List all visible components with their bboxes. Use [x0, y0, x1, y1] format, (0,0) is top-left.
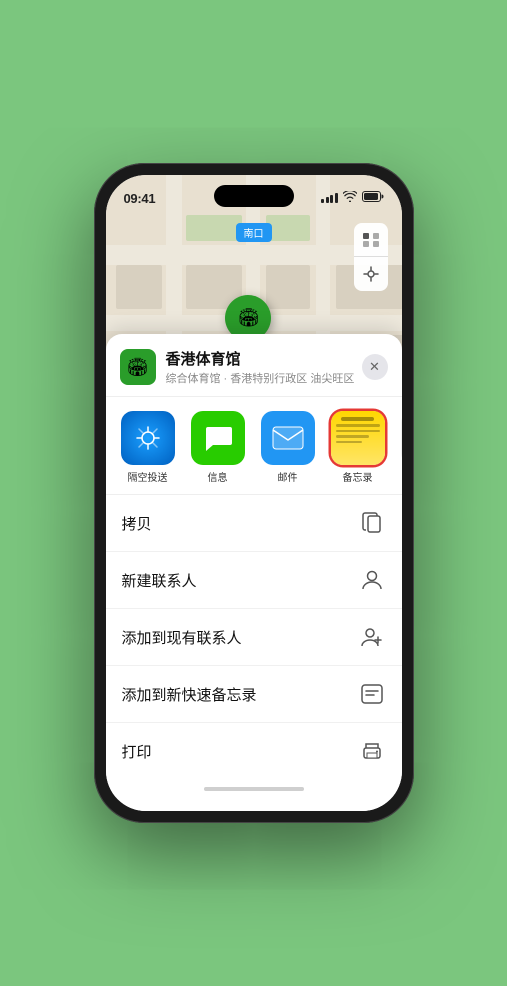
print-icon: [358, 737, 386, 765]
nav-label: 南口: [236, 223, 272, 242]
map-controls[interactable]: [354, 223, 388, 291]
stadium-icon: 🏟: [237, 308, 260, 329]
quick-note-label: 添加到新快速备忘录: [122, 684, 257, 705]
app-item-messages[interactable]: 信息: [186, 411, 250, 484]
notes-label: 备忘录: [343, 469, 373, 484]
action-print[interactable]: 打印: [106, 723, 402, 779]
phone-screen: 09:41: [106, 175, 402, 811]
dynamic-island: [214, 185, 294, 207]
map-type-button[interactable]: [354, 223, 388, 257]
close-button[interactable]: ✕: [362, 354, 388, 380]
venue-icon: 🏟: [120, 349, 156, 385]
new-contact-label: 新建联系人: [122, 570, 197, 591]
venue-subtitle: 综合体育馆 · 香港特别行政区 油尖旺区: [166, 370, 362, 386]
action-list: 拷贝 新建联系人: [106, 495, 402, 779]
print-label: 打印: [122, 741, 152, 762]
notes-rule-3: [336, 435, 369, 438]
quick-note-icon: [358, 680, 386, 708]
more-icon: [401, 411, 402, 465]
notes-rule-1: [336, 424, 380, 427]
status-time: 09:41: [124, 191, 156, 206]
notes-top-line: [341, 417, 374, 421]
copy-label: 拷贝: [122, 513, 152, 534]
action-new-contact[interactable]: 新建联系人: [106, 552, 402, 609]
home-indicator: [204, 787, 304, 791]
action-add-contact[interactable]: 添加到现有联系人: [106, 609, 402, 666]
action-copy[interactable]: 拷贝: [106, 495, 402, 552]
notes-icon: [331, 411, 385, 465]
battery-icon: [362, 191, 384, 205]
venue-name: 香港体育馆: [166, 348, 362, 369]
app-item-notes[interactable]: 备忘录: [326, 411, 390, 484]
airdrop-label: 隔空投送: [128, 469, 168, 484]
app-item-mail[interactable]: 邮件: [256, 411, 320, 484]
app-item-more[interactable]: 提: [396, 411, 402, 484]
app-item-airdrop[interactable]: 隔空投送: [116, 411, 180, 484]
messages-icon-bg: [191, 411, 245, 465]
venue-info: 香港体育馆 综合体育馆 · 香港特别行政区 油尖旺区: [166, 348, 362, 386]
mail-label: 邮件: [278, 469, 298, 484]
apps-row: 隔空投送 信息: [106, 397, 402, 495]
copy-icon: [358, 509, 386, 537]
notes-rule-2: [336, 430, 380, 433]
sheet-header: 🏟 香港体育馆 综合体育馆 · 香港特别行政区 油尖旺区 ✕: [106, 334, 402, 397]
add-contact-icon: [358, 623, 386, 651]
signal-bars-icon: [321, 193, 338, 203]
airdrop-icon: [121, 411, 175, 465]
bottom-sheet: 🏟 香港体育馆 综合体育馆 · 香港特别行政区 油尖旺区 ✕: [106, 334, 402, 811]
mail-icon-bg: [261, 411, 315, 465]
notes-rule-4: [336, 441, 362, 444]
add-contact-label: 添加到现有联系人: [122, 627, 242, 648]
home-indicator-area: [106, 779, 402, 791]
action-quick-note[interactable]: 添加到新快速备忘录: [106, 666, 402, 723]
location-button[interactable]: [354, 257, 388, 291]
wifi-icon: [343, 191, 357, 205]
status-icons: [321, 191, 384, 205]
phone-frame: 09:41: [94, 163, 414, 823]
nav-label-text: 南口: [244, 229, 264, 240]
new-contact-icon: [358, 566, 386, 594]
messages-label: 信息: [208, 469, 228, 484]
